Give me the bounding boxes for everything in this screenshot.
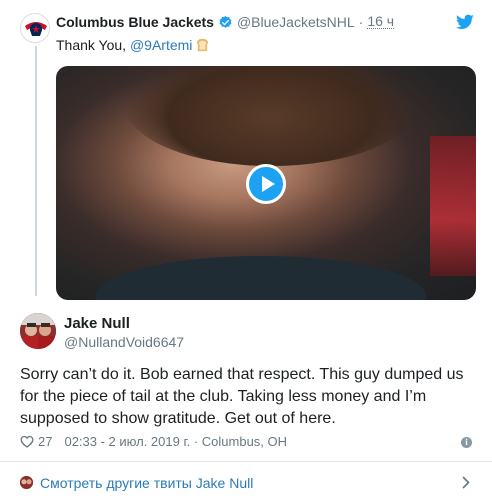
user-display-name[interactable]: Jake Null xyxy=(64,315,130,332)
video-frame-shirt xyxy=(96,256,426,300)
small-avatar-image-icon xyxy=(20,476,33,489)
parent-text-prefix: Thank You, xyxy=(56,37,130,53)
video-frame-background xyxy=(430,136,476,276)
play-icon xyxy=(262,176,275,192)
avatar-image-icon xyxy=(20,313,56,349)
tweet-timestamp[interactable]: 02:33 - 2 июл. 2019 г. · Columbus, OH xyxy=(64,434,287,449)
video-frame-hair xyxy=(126,66,416,166)
user-avatar[interactable] xyxy=(20,313,56,349)
verified-badge-icon xyxy=(219,15,232,28)
video-player[interactable] xyxy=(56,66,476,300)
columbus-blue-jackets-avatar[interactable] xyxy=(20,13,50,43)
user-handle[interactable]: @NullandVoid6647 xyxy=(64,334,184,350)
more-tweets-link[interactable]: Смотреть другие твиты Jake Null xyxy=(0,462,492,503)
heart-icon[interactable] xyxy=(20,435,34,448)
bread-emoji-icon xyxy=(197,38,209,52)
parent-handle[interactable]: @BlueJacketsNHL xyxy=(237,14,355,30)
thread-connector-line xyxy=(35,46,37,296)
parent-tweet-header: Columbus Blue Jackets @BlueJacketsNHL · … xyxy=(56,14,395,30)
info-icon[interactable]: i xyxy=(461,437,472,448)
tweet-meta: 27 02:33 - 2 июл. 2019 г. · Columbus, OH xyxy=(20,434,287,449)
parent-tweet-text: Thank You, @9Artemi xyxy=(56,37,210,53)
play-button[interactable] xyxy=(246,164,286,204)
twitter-bird-icon[interactable] xyxy=(456,14,474,30)
small-user-avatar xyxy=(20,476,33,489)
separator-dot: · xyxy=(358,14,364,30)
chevron-right-icon[interactable] xyxy=(462,476,470,489)
parent-timestamp[interactable]: 16 ч xyxy=(367,14,395,29)
parent-display-name[interactable]: Columbus Blue Jackets xyxy=(56,14,214,30)
like-count[interactable]: 27 xyxy=(38,434,52,449)
cbj-logo-icon xyxy=(22,15,49,42)
mention-link[interactable]: @9Artemi xyxy=(130,37,192,53)
embedded-tweet-card: Columbus Blue Jackets @BlueJacketsNHL · … xyxy=(0,0,492,503)
tweet-text: Sorry can’t do it. Bob earned that respe… xyxy=(20,366,464,427)
more-tweets-label[interactable]: Смотреть другие твиты Jake Null xyxy=(40,475,253,491)
